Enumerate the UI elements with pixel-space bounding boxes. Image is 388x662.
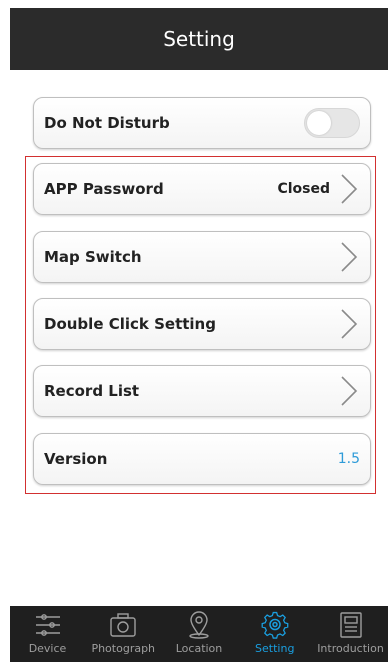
double-click-setting-label: Double Click Setting	[44, 315, 216, 333]
version-row[interactable]: Version 1.5	[33, 433, 371, 485]
tab-device-label: Device	[28, 642, 67, 655]
do-not-disturb-label: Do Not Disturb	[44, 114, 170, 132]
record-list-row[interactable]: Record List	[33, 365, 371, 417]
app-password-status: Closed	[277, 181, 330, 197]
location-pin-icon	[189, 611, 209, 639]
app-header: Setting	[10, 8, 388, 70]
double-click-setting-row[interactable]: Double Click Setting	[33, 298, 371, 350]
tab-setting-label: Setting	[255, 642, 295, 655]
app-password-row[interactable]: APP Password Closed	[33, 163, 371, 215]
tab-introduction-label: Introduction	[317, 642, 384, 655]
device-list-icon	[35, 614, 60, 636]
tab-photograph[interactable]: Photograph	[86, 606, 161, 662]
chevron-right-icon	[341, 309, 358, 339]
gear-icon	[261, 611, 289, 639]
version-value: 1.5	[337, 451, 360, 467]
version-label: Version	[44, 450, 108, 468]
tab-introduction[interactable]: Introduction	[313, 606, 388, 662]
map-switch-row[interactable]: Map Switch	[33, 231, 371, 283]
bottom-tab-bar: Device Photograph Location Setting Intro…	[10, 606, 388, 662]
tab-photograph-label: Photograph	[91, 642, 156, 655]
tab-location-label: Location	[175, 642, 223, 655]
page-title: Setting	[163, 27, 235, 51]
toggle-knob	[307, 111, 331, 135]
record-list-label: Record List	[44, 382, 140, 400]
tab-setting[interactable]: Setting	[237, 606, 312, 662]
map-switch-label: Map Switch	[44, 248, 142, 266]
introduction-icon	[339, 612, 362, 638]
chevron-right-icon	[341, 242, 358, 272]
do-not-disturb-row[interactable]: Do Not Disturb	[33, 97, 371, 149]
tab-location[interactable]: Location	[162, 606, 237, 662]
do-not-disturb-toggle[interactable]	[304, 108, 360, 138]
tab-device[interactable]: Device	[10, 606, 85, 662]
chevron-right-icon	[341, 174, 358, 204]
app-password-label: APP Password	[44, 180, 164, 198]
chevron-right-icon	[341, 376, 358, 406]
camera-icon	[110, 613, 136, 637]
